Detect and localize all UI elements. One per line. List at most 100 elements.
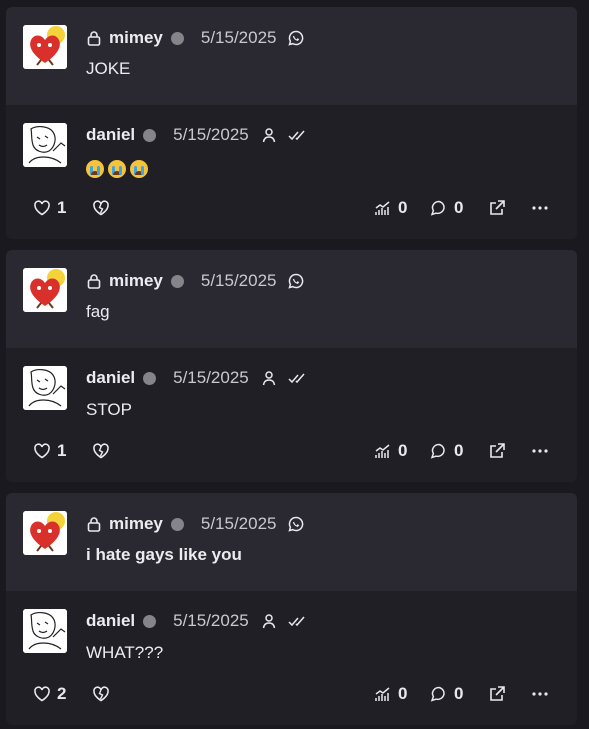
timestamp: 5/15/2025 — [200, 514, 277, 533]
share-external-icon — [490, 200, 505, 215]
whatsapp-icon — [287, 516, 303, 532]
view-count: 0 — [398, 684, 408, 703]
timestamp: 5/15/2025 — [173, 125, 249, 144]
thread-2: mimey 5/15/2025 fag daniel 5/15/2025 STO… — [6, 250, 577, 482]
quoted-message[interactable]: mimey 5/15/2025 fag — [6, 250, 577, 348]
author-name[interactable]: daniel — [86, 368, 135, 388]
crying-emoji-icon — [86, 159, 104, 178]
author-name[interactable]: daniel — [86, 125, 135, 145]
presence-dot — [143, 371, 157, 385]
views-button[interactable]: 0 — [374, 195, 407, 221]
views-chart-icon — [375, 687, 390, 701]
reply-message[interactable]: daniel 5/15/2025 STOP 1 0 0 — [6, 348, 577, 482]
avatar-mimey[interactable] — [23, 268, 67, 312]
comment-icon — [430, 443, 445, 459]
share-external-icon — [490, 443, 505, 458]
reply-message[interactable]: daniel 5/15/2025 WHAT??? 2 0 0 — [6, 591, 577, 725]
person-icon — [262, 614, 276, 629]
message-text: i hate gays like you — [86, 545, 242, 564]
heart-icon — [34, 443, 50, 459]
dislike-button[interactable] — [92, 681, 110, 707]
crying-emoji-icon — [130, 159, 148, 178]
whatsapp-icon — [287, 30, 303, 46]
message-text: STOP — [86, 400, 132, 419]
like-button[interactable]: 1 — [33, 438, 66, 464]
like-button[interactable]: 1 — [33, 195, 66, 221]
heart-crack-icon — [93, 443, 109, 459]
message-text: JOKE — [86, 59, 131, 78]
avatar-daniel[interactable] — [23, 609, 67, 653]
views-button[interactable]: 0 — [374, 438, 407, 464]
avatar-daniel[interactable] — [23, 366, 67, 410]
views-chart-icon — [375, 444, 390, 458]
presence-dot — [143, 614, 157, 628]
double-check-icon — [288, 616, 305, 627]
more-icon — [532, 449, 548, 453]
lock-icon — [87, 31, 101, 46]
avatar-mimey[interactable] — [23, 511, 67, 555]
views-button[interactable]: 0 — [374, 681, 407, 707]
person-icon — [262, 371, 276, 386]
more-icon — [532, 206, 548, 210]
action-bar: 2 0 0 — [6, 681, 577, 707]
avatar-mimey[interactable] — [23, 25, 67, 69]
author-name[interactable]: daniel — [86, 611, 135, 631]
more-button[interactable] — [531, 195, 549, 221]
heart-crack-icon — [93, 200, 109, 216]
share-button[interactable] — [488, 681, 506, 707]
quoted-message[interactable]: mimey 5/15/2025 i hate gays like you — [6, 493, 577, 591]
share-button[interactable] — [488, 195, 506, 221]
presence-dot — [143, 128, 157, 142]
dislike-button[interactable] — [92, 195, 110, 221]
comment-count: 0 — [454, 441, 464, 460]
share-external-icon — [490, 686, 505, 701]
timestamp: 5/15/2025 — [200, 271, 277, 290]
whatsapp-icon — [287, 273, 303, 289]
heart-icon — [34, 686, 50, 702]
comment-button[interactable]: 0 — [430, 681, 463, 707]
like-count: 1 — [57, 441, 67, 460]
timestamp: 5/15/2025 — [173, 368, 249, 387]
like-button[interactable]: 2 — [33, 681, 66, 707]
emoji-message — [86, 158, 152, 178]
dislike-button[interactable] — [92, 438, 110, 464]
presence-dot — [170, 274, 184, 288]
more-icon — [532, 692, 548, 696]
comment-button[interactable]: 0 — [430, 195, 463, 221]
comment-count: 0 — [454, 684, 464, 703]
comment-icon — [430, 686, 445, 702]
quoted-message[interactable]: mimey 5/15/2025 JOKE — [6, 7, 577, 105]
more-button[interactable] — [531, 681, 549, 707]
person-icon — [262, 128, 276, 143]
crying-emoji-icon — [108, 159, 126, 178]
message-text: fag — [86, 302, 110, 321]
like-count: 1 — [57, 198, 67, 217]
author-name[interactable]: mimey — [109, 514, 163, 534]
more-button[interactable] — [531, 438, 549, 464]
reply-message[interactable]: daniel 5/15/2025 1 0 0 — [6, 105, 577, 239]
timestamp: 5/15/2025 — [173, 611, 249, 630]
share-button[interactable] — [488, 438, 506, 464]
message-text: WHAT??? — [86, 643, 164, 662]
avatar-daniel[interactable] — [23, 123, 67, 167]
presence-dot — [170, 517, 184, 531]
lock-icon — [87, 517, 101, 532]
presence-dot — [170, 31, 184, 45]
comment-button[interactable]: 0 — [430, 438, 463, 464]
double-check-icon — [288, 373, 305, 384]
view-count: 0 — [398, 441, 408, 460]
thread-1: mimey 5/15/2025 JOKE daniel 5/15/2025 1 — [6, 7, 577, 239]
comment-count: 0 — [454, 198, 464, 217]
author-name[interactable]: mimey — [109, 28, 163, 48]
author-name[interactable]: mimey — [109, 271, 163, 291]
action-bar: 1 0 0 — [6, 438, 577, 464]
timestamp: 5/15/2025 — [200, 28, 277, 47]
lock-icon — [87, 274, 101, 289]
action-bar: 1 0 0 — [6, 195, 577, 221]
like-count: 2 — [57, 684, 67, 703]
heart-icon — [34, 200, 50, 216]
heart-crack-icon — [93, 686, 109, 702]
thread-3: mimey 5/15/2025 i hate gays like you dan… — [6, 493, 577, 725]
view-count: 0 — [398, 198, 408, 217]
views-chart-icon — [375, 201, 390, 215]
